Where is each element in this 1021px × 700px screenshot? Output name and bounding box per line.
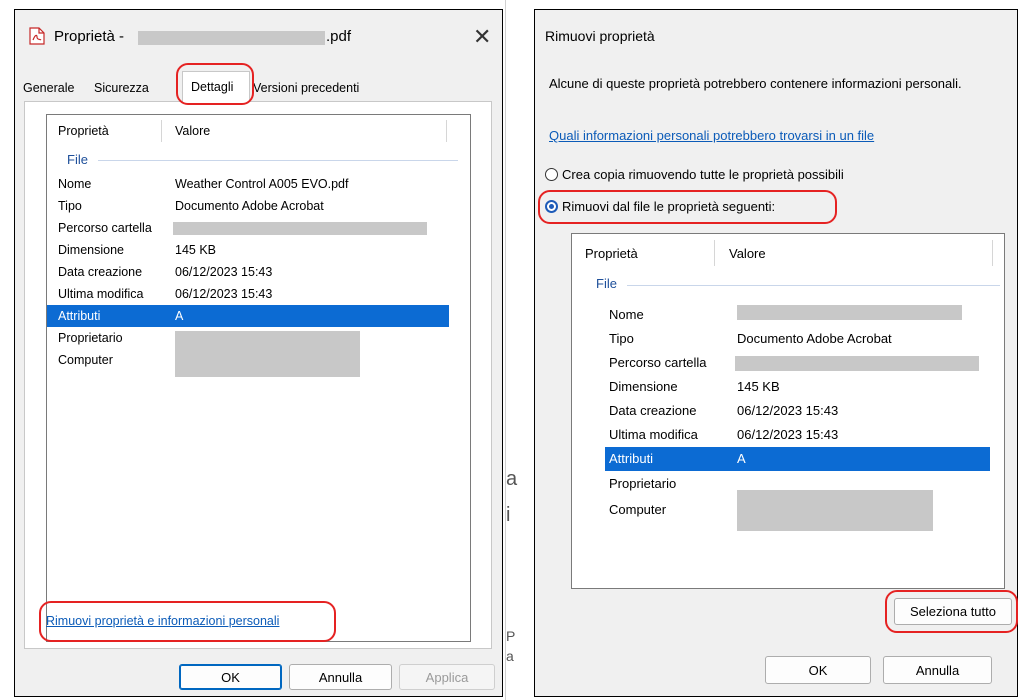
group-file: File	[67, 152, 88, 167]
tab-content-panel: Proprietà Valore File Nome Weather Contr…	[24, 101, 492, 649]
redacted-owner-computer	[175, 331, 360, 377]
apply-button[interactable]: Applica	[399, 664, 495, 690]
dialog-title: Rimuovi proprietà	[545, 28, 655, 44]
properties-dialog: Proprietà - .pdf ✕ Generale Sicurezza De…	[14, 9, 503, 697]
highlight-remove-link	[39, 601, 336, 642]
background-fragment: a	[506, 648, 514, 664]
ok-button[interactable]: OK	[179, 664, 282, 690]
table-row-selected[interactable]: Attributi A	[47, 305, 449, 327]
redacted-filename	[138, 31, 325, 45]
table-row[interactable]: Ultima modifica 06/12/2023 15:43	[572, 423, 1004, 447]
table-row[interactable]: Dimensione 145 KB	[572, 375, 1004, 399]
background-fragment: i	[506, 504, 511, 526]
tab-generale[interactable]: Generale	[23, 76, 74, 100]
column-header-property[interactable]: Proprietà	[58, 124, 109, 138]
highlight-remove-option	[538, 190, 837, 224]
background-edge	[505, 0, 506, 700]
redacted-value	[737, 305, 962, 320]
table-row[interactable]: Ultima modifica 06/12/2023 15:43	[47, 283, 470, 305]
close-icon[interactable]: ✕	[473, 26, 491, 48]
personal-info-link[interactable]: Quali informazioni personali potrebbero …	[549, 128, 874, 143]
table-row[interactable]: Nome	[572, 303, 1004, 327]
column-header-value[interactable]: Valore	[175, 124, 210, 138]
table-row[interactable]: Tipo Documento Adobe Acrobat	[47, 195, 470, 217]
table-row[interactable]: Percorso cartella	[47, 217, 470, 239]
table-row[interactable]: Data creazione 06/12/2023 15:43	[47, 261, 470, 283]
background-fragment: P	[506, 628, 516, 644]
tab-versioni-precedenti[interactable]: Versioni precedenti	[253, 76, 359, 100]
highlight-tab-dettagli	[176, 63, 254, 105]
group-file: File	[596, 276, 617, 291]
tab-sicurezza[interactable]: Sicurezza	[94, 76, 149, 100]
remove-properties-dialog: Rimuovi proprietà Alcune di queste propr…	[534, 9, 1018, 697]
column-header-property[interactable]: Proprietà	[585, 246, 638, 261]
properties-list[interactable]: Proprietà Valore File Nome Tipo Document…	[571, 233, 1005, 589]
table-row[interactable]: Nome Weather Control A005 EVO.pdf	[47, 173, 470, 195]
properties-list[interactable]: Proprietà Valore File Nome Weather Contr…	[46, 114, 471, 642]
dialog-title-prefix: Proprietà -	[54, 28, 125, 45]
table-row[interactable]: Data creazione 06/12/2023 15:43	[572, 399, 1004, 423]
description-text: Alcune di queste proprietà potrebbero co…	[549, 76, 962, 91]
table-row[interactable]: Tipo Documento Adobe Acrobat	[572, 327, 1004, 351]
redacted-value	[173, 222, 427, 235]
table-row[interactable]: Percorso cartella	[572, 351, 1004, 375]
redacted-owner-computer	[737, 490, 933, 531]
redacted-value	[735, 356, 979, 371]
column-header-value[interactable]: Valore	[729, 246, 766, 261]
table-row-selected[interactable]: Attributi A	[605, 447, 990, 471]
cancel-button[interactable]: Annulla	[289, 664, 392, 690]
pdf-file-icon	[29, 27, 45, 45]
ok-button[interactable]: OK	[765, 656, 871, 684]
table-row[interactable]: Dimensione 145 KB	[47, 239, 470, 261]
radio-create-copy[interactable]	[545, 168, 558, 181]
dialog-title-suffix: .pdf	[326, 28, 352, 45]
highlight-select-all	[885, 590, 1018, 633]
cancel-button[interactable]: Annulla	[883, 656, 992, 684]
background-fragment: a	[506, 468, 518, 490]
radio-create-copy-label[interactable]: Crea copia rimuovendo tutte le proprietà…	[562, 167, 844, 182]
